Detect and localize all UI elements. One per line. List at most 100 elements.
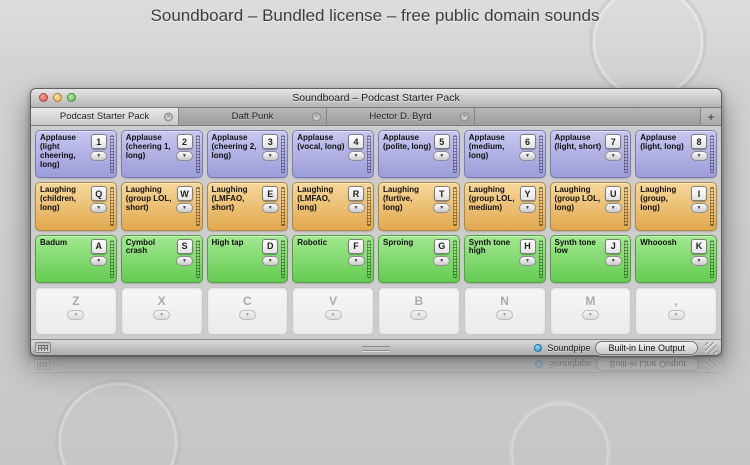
sound-label: Applause (polite, long) <box>383 133 431 151</box>
sound-cell[interactable]: Laughing (group LOL, medium) Y ▼ <box>463 182 546 231</box>
tab-hector-d-byrd[interactable]: Hector D. Byrd × <box>327 108 475 125</box>
drag-handle[interactable] <box>362 346 390 351</box>
chevron-down-icon[interactable]: ▼ <box>176 255 193 266</box>
sound-label: High tap <box>211 237 244 247</box>
sound-cell[interactable]: Sproing G ▼ <box>378 234 460 283</box>
resize-grip[interactable] <box>705 341 717 354</box>
sound-cell[interactable]: Applause (light, short) 7 ▼ <box>549 130 632 179</box>
chevron-down-icon[interactable]: ▼ <box>176 203 193 214</box>
tab-bar: Podcast Starter Pack × Daft Punk × Hecto… <box>31 108 721 126</box>
chevron-down-icon[interactable]: ▼ <box>238 309 256 320</box>
sound-cell[interactable]: Laughing (children, long) Q ▼ <box>35 182 117 231</box>
sound-cell[interactable]: Applause (light cheering, long) 1 ▼ <box>35 130 117 179</box>
sound-cell[interactable]: X ▼ <box>120 286 203 335</box>
tab-close-icon[interactable]: × <box>460 112 469 121</box>
sound-cell[interactable]: Applause (cheering 1, long) 2 ▼ <box>120 130 203 179</box>
sound-cell[interactable]: Applause (medium, long) 6 ▼ <box>463 130 546 179</box>
soundpipe-icon <box>534 343 543 352</box>
tab-close-icon[interactable]: × <box>164 112 173 121</box>
level-meter <box>281 135 286 174</box>
chevron-down-icon[interactable]: ▼ <box>347 255 365 266</box>
sound-cell[interactable]: , ▼ <box>635 286 717 335</box>
level-meter <box>624 239 629 278</box>
sound-cell[interactable]: Whooosh K ▼ <box>635 234 717 283</box>
chevron-down-icon[interactable]: ▼ <box>347 151 365 161</box>
sound-cell[interactable]: C ▼ <box>206 286 289 335</box>
sound-cell[interactable]: Applause (vocal, long) 4 ▼ <box>292 130 374 179</box>
title-bar[interactable]: Soundboard – Podcast Starter Pack <box>31 89 721 108</box>
chevron-down-icon[interactable]: ▼ <box>90 255 108 266</box>
chevron-down-icon[interactable]: ▼ <box>519 151 536 161</box>
sound-cell[interactable]: Cymbol crash S ▼ <box>120 234 203 283</box>
chevron-down-icon[interactable]: ▼ <box>153 309 171 320</box>
reflection-soundpipe-label: Soundpipe <box>548 359 592 370</box>
sound-label: Synth tone low <box>554 237 596 256</box>
sound-cell[interactable]: Laughing (group, long) I ▼ <box>635 182 717 231</box>
sound-cell[interactable]: N ▼ <box>463 286 546 335</box>
app-window: Soundboard – Podcast Starter Pack Podcas… <box>30 88 722 356</box>
sound-cell[interactable]: Z ▼ <box>35 286 117 335</box>
chevron-down-icon[interactable]: ▼ <box>433 151 451 161</box>
keycap: C <box>243 293 252 308</box>
chevron-down-icon[interactable]: ▼ <box>261 203 279 214</box>
chevron-down-icon[interactable]: ▼ <box>690 203 708 214</box>
sound-cell[interactable]: Synth tone high H ▼ <box>463 234 546 283</box>
sound-cell[interactable]: M ▼ <box>549 286 632 335</box>
sound-cell[interactable]: Robotic F ▼ <box>292 234 374 283</box>
sound-cell[interactable]: Applause (polite, long) 5 ▼ <box>378 130 460 179</box>
sound-cell[interactable]: Laughing (LMFAO, short) E ▼ <box>206 182 289 231</box>
sound-cell[interactable]: High tap D ▼ <box>206 234 289 283</box>
chevron-down-icon[interactable]: ▼ <box>433 255 451 266</box>
zoom-button[interactable] <box>67 93 76 102</box>
sound-cell[interactable]: Laughing (LMFAO, long) R ▼ <box>292 182 374 231</box>
tab-podcast-starter-pack[interactable]: Podcast Starter Pack × <box>31 108 179 125</box>
chevron-down-icon[interactable]: ▼ <box>604 255 622 266</box>
chevron-down-icon[interactable]: ▼ <box>690 151 708 161</box>
keycap: 5 <box>433 134 450 149</box>
keycap: F <box>348 238 364 254</box>
chevron-down-icon[interactable]: ▼ <box>581 309 599 320</box>
sound-cell[interactable]: Applause (cheering 2, long) 3 ▼ <box>206 130 289 179</box>
chevron-down-icon[interactable]: ▼ <box>67 309 85 320</box>
soundpipe-label: Soundpipe <box>547 342 591 353</box>
chevron-down-icon[interactable]: ▼ <box>176 151 193 161</box>
chevron-down-icon[interactable]: ▼ <box>433 203 451 214</box>
chevron-down-icon[interactable]: ▼ <box>604 203 622 214</box>
chevron-down-icon[interactable]: ▼ <box>496 309 514 320</box>
chevron-down-icon[interactable]: ▼ <box>410 309 428 320</box>
sound-cell[interactable]: Synth tone low J ▼ <box>549 234 632 283</box>
chevron-down-icon[interactable]: ▼ <box>667 309 685 320</box>
sound-cell[interactable]: Applause (light, long) 8 ▼ <box>635 130 717 179</box>
chevron-down-icon[interactable]: ▼ <box>261 255 279 266</box>
sound-cell[interactable]: Laughing (furtive, long) T ▼ <box>378 182 460 231</box>
chevron-down-icon[interactable]: ▼ <box>261 151 279 161</box>
level-meter <box>195 239 200 278</box>
add-tab-button[interactable]: + <box>700 108 721 125</box>
sound-cell[interactable]: Badum A ▼ <box>35 234 117 283</box>
keycap: 3 <box>262 134 279 149</box>
chevron-down-icon[interactable]: ▼ <box>519 255 536 266</box>
reflection-output-device-button: Built-in Line Output <box>596 357 699 372</box>
chevron-down-icon[interactable]: ▼ <box>604 151 622 161</box>
chevron-down-icon[interactable]: ▼ <box>347 203 365 214</box>
sound-label: Whooosh <box>640 237 677 247</box>
chevron-down-icon[interactable]: ▼ <box>690 255 708 266</box>
sound-cell[interactable]: Laughing (group LOL, long) U ▼ <box>549 182 632 231</box>
keycap: H <box>519 238 536 254</box>
chevron-down-icon[interactable]: ▼ <box>519 203 536 214</box>
keycap: 4 <box>348 134 364 149</box>
level-meter <box>109 239 114 278</box>
sound-label: Laughing (group LOL, medium) <box>468 185 515 213</box>
chevron-down-icon[interactable]: ▼ <box>90 151 108 161</box>
sound-cell[interactable]: Laughing (group LOL, short) W ▼ <box>120 182 203 231</box>
minimize-button[interactable] <box>53 93 62 102</box>
chevron-down-icon[interactable]: ▼ <box>324 309 342 320</box>
keyboard-icon[interactable] <box>35 342 51 353</box>
chevron-down-icon[interactable]: ▼ <box>90 203 108 214</box>
sound-cell[interactable]: V ▼ <box>292 286 374 335</box>
close-button[interactable] <box>39 93 48 102</box>
tab-daft-punk[interactable]: Daft Punk × <box>179 108 327 125</box>
output-device-button[interactable]: Built-in Line Output <box>595 340 698 355</box>
sound-cell[interactable]: B ▼ <box>378 286 460 335</box>
tab-close-icon[interactable]: × <box>312 112 321 121</box>
